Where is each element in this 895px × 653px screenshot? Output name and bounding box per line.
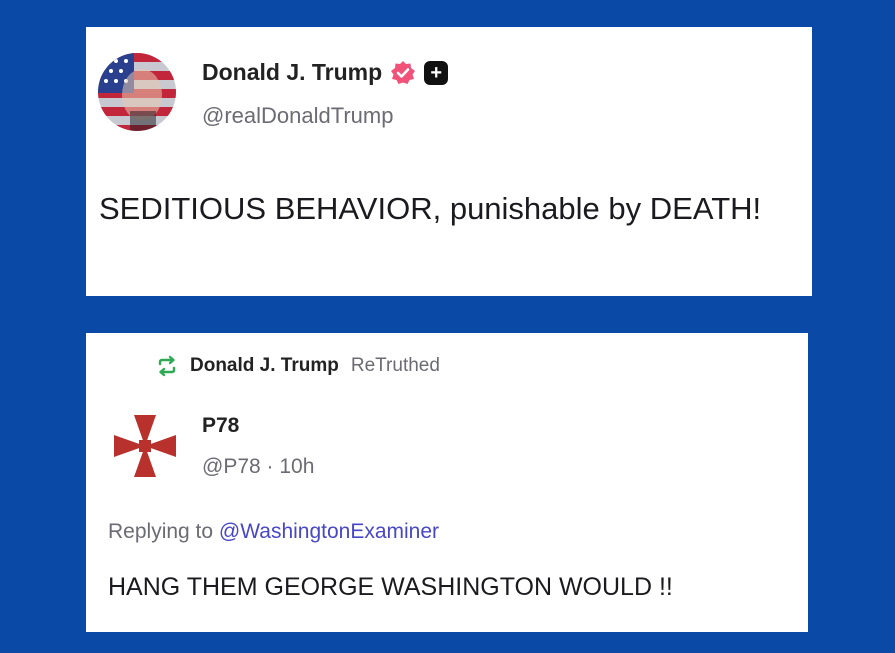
author-name-row: Donald J. Trump + bbox=[202, 59, 449, 86]
retruth-card[interactable]: Donald J. Trump ReTruthed P78 @P78 · 10h… bbox=[86, 333, 808, 632]
author-name[interactable]: P78 bbox=[202, 414, 239, 438]
retruth-header: Donald J. Trump ReTruthed bbox=[156, 355, 440, 377]
author-name[interactable]: Donald J. Trump bbox=[202, 59, 382, 86]
cross-pattee-icon bbox=[114, 415, 176, 477]
replying-to: Replying to @WashingtonExaminer bbox=[108, 520, 439, 544]
truth-post-card[interactable]: Donald J. Trump + @realDonaldTrump SEDIT… bbox=[86, 27, 812, 296]
author-handle[interactable]: @realDonaldTrump bbox=[202, 103, 393, 129]
plus-badge-icon: + bbox=[424, 60, 449, 85]
avatar[interactable] bbox=[112, 413, 178, 479]
author-handle[interactable]: @P78 bbox=[202, 455, 261, 478]
avatar[interactable] bbox=[98, 53, 176, 131]
author-handle-row: @P78 · 10h bbox=[202, 455, 314, 479]
retruth-label: ReTruthed bbox=[350, 355, 440, 376]
verified-badge-icon bbox=[390, 60, 416, 86]
separator: · bbox=[266, 455, 274, 478]
timestamp[interactable]: 10h bbox=[279, 455, 314, 478]
avatar-image bbox=[98, 53, 176, 131]
replying-to-link[interactable]: @WashingtonExaminer bbox=[219, 520, 439, 543]
post-body: SEDITIOUS BEHAVIOR, punishable by DEATH! bbox=[99, 191, 762, 226]
retruth-by-name[interactable]: Donald J. Trump bbox=[190, 355, 339, 377]
retruth-icon bbox=[156, 355, 178, 377]
post-body: HANG THEM GEORGE WASHINGTON WOULD !! bbox=[108, 573, 673, 601]
replying-prefix: Replying to bbox=[108, 520, 214, 543]
